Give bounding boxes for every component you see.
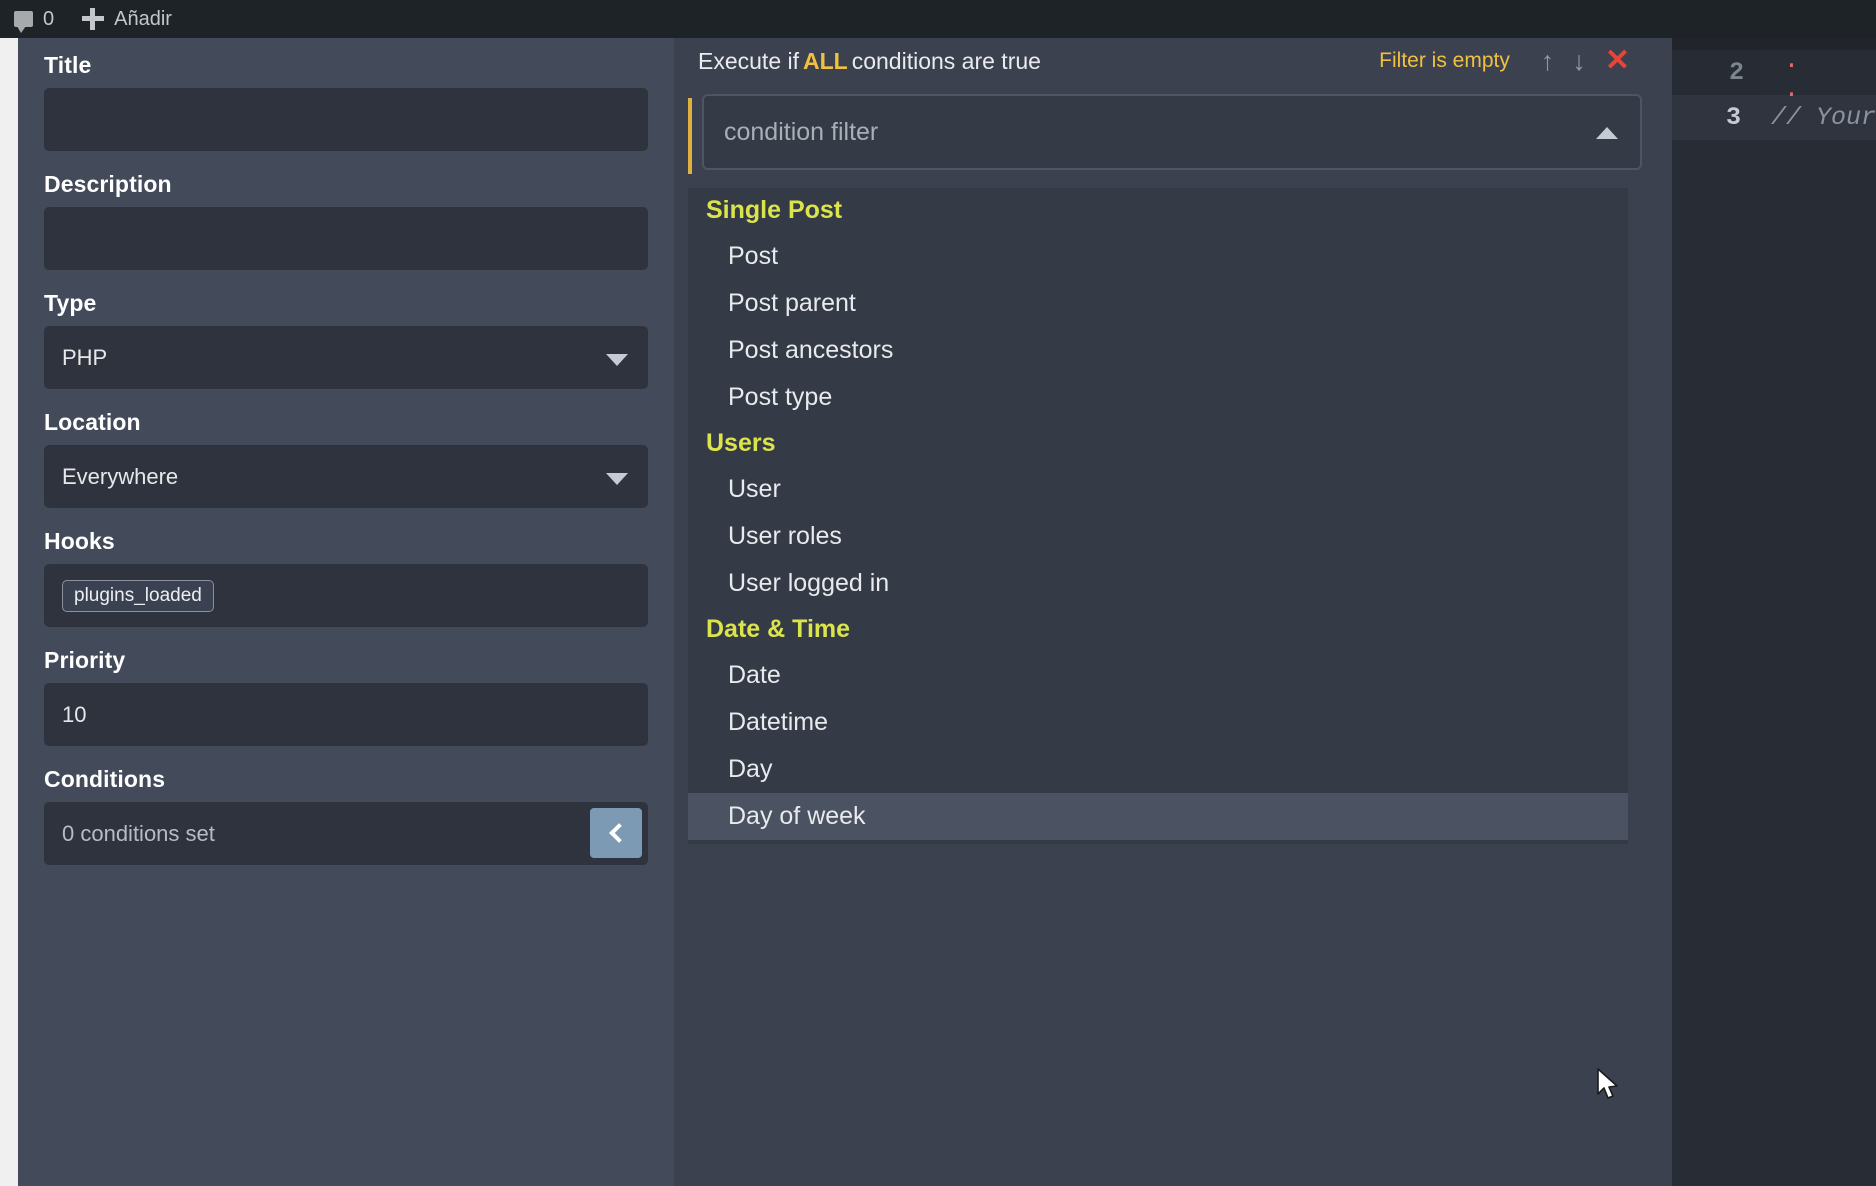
- condition-group-header: Users: [706, 429, 776, 457]
- label-conditions: Conditions: [44, 766, 166, 792]
- condition-filter-input[interactable]: condition filter: [702, 94, 1642, 170]
- adminbar-add-label: Añadir: [114, 7, 172, 30]
- arrow-down-icon[interactable]: ↓: [1572, 47, 1586, 75]
- condition-option-post-type[interactable]: Post type: [688, 374, 1628, 421]
- condition-filter-wrap: condition filter: [674, 94, 1672, 174]
- label-hooks: Hooks: [44, 528, 115, 554]
- conditions-header-suffix: conditions are true: [851, 47, 1041, 74]
- caret-up-icon[interactable]: [1596, 127, 1618, 139]
- condition-group-header: Date & Time: [706, 615, 851, 643]
- type-select-value: PHP: [62, 344, 108, 370]
- line-number: 3: [1672, 95, 1757, 140]
- plus-icon: [82, 8, 105, 30]
- label-type: Type: [44, 290, 97, 316]
- filter-status-text: Filter is empty: [1379, 49, 1510, 72]
- snippet-settings-panel: Title Description Type PHP Location Ever…: [18, 38, 674, 1186]
- hook-tag[interactable]: plugins_loaded: [62, 579, 214, 612]
- description-input[interactable]: [44, 207, 648, 270]
- conditions-summary-text: 0 conditions set: [62, 820, 215, 846]
- label-location: Location: [44, 409, 141, 435]
- comment-count: 0: [43, 7, 55, 30]
- condition-option-post[interactable]: Post: [688, 233, 1628, 280]
- code-editor-panel: . . 2 3 // Your: [1672, 38, 1876, 1186]
- condition-option-day[interactable]: Day: [688, 746, 1628, 793]
- active-condition-marker: [688, 98, 692, 174]
- type-select[interactable]: PHP: [44, 326, 648, 389]
- code-line-1-partial: . .: [1784, 46, 1818, 104]
- condition-filter-placeholder: condition filter: [724, 117, 879, 146]
- chevron-down-icon: [606, 472, 628, 485]
- condition-option-user[interactable]: User: [688, 466, 1628, 513]
- conditions-collapse-button[interactable]: [590, 808, 642, 858]
- priority-input-value: 10: [62, 701, 87, 727]
- condition-dropdown-list[interactable]: Single Post Post Post parent Post ancest…: [688, 188, 1628, 844]
- line-content: // Your: [1770, 103, 1876, 132]
- condition-option-post-ancestors[interactable]: Post ancestors: [688, 327, 1628, 374]
- hooks-input[interactable]: plugins_loaded: [44, 564, 648, 627]
- conditions-summary-field[interactable]: 0 conditions set: [44, 802, 648, 865]
- condition-option-date[interactable]: Date: [688, 652, 1628, 699]
- page-left-margin: [0, 38, 18, 1186]
- label-title: Title: [44, 52, 92, 78]
- conditions-panel: Execute if ALL conditions are true Filte…: [674, 38, 1672, 1186]
- location-select[interactable]: Everywhere: [44, 445, 648, 508]
- location-select-value: Everywhere: [62, 463, 179, 489]
- condition-option-day-of-week[interactable]: Day of week: [688, 793, 1628, 840]
- adminbar-comments[interactable]: 0: [0, 0, 68, 38]
- conditions-header: Execute if ALL conditions are true Filte…: [674, 38, 1672, 84]
- mouse-cursor: [1597, 1068, 1618, 1099]
- condition-option-post-parent[interactable]: Post parent: [688, 280, 1628, 327]
- comment-bubble-icon: [14, 11, 33, 33]
- wp-admin-bar: 0 Añadir: [0, 0, 1876, 38]
- app-root: 0 Añadir Title Description Type PHP Loca…: [0, 0, 1876, 1186]
- adminbar-new-content[interactable]: Añadir: [68, 0, 186, 38]
- label-priority: Priority: [44, 647, 126, 673]
- conditions-header-prefix: Execute if: [698, 47, 799, 74]
- code-area[interactable]: . . 2 3 // Your: [1672, 46, 1876, 140]
- title-input[interactable]: [44, 88, 648, 151]
- line-number: 2: [1672, 50, 1760, 95]
- arrow-up-icon[interactable]: ↑: [1541, 47, 1555, 75]
- condition-option-user-logged-in[interactable]: User logged in: [688, 560, 1628, 607]
- chevron-down-icon: [606, 353, 628, 366]
- condition-group-header: Single Post: [706, 196, 843, 224]
- priority-input[interactable]: 10: [44, 683, 648, 746]
- close-x-icon[interactable]: ✕: [1605, 46, 1630, 76]
- chevron-left-icon: [608, 823, 629, 843]
- conditions-header-operator[interactable]: ALL: [799, 48, 852, 75]
- label-description: Description: [44, 171, 172, 197]
- condition-option-user-roles[interactable]: User roles: [688, 513, 1628, 560]
- condition-option-datetime[interactable]: Datetime: [688, 699, 1628, 746]
